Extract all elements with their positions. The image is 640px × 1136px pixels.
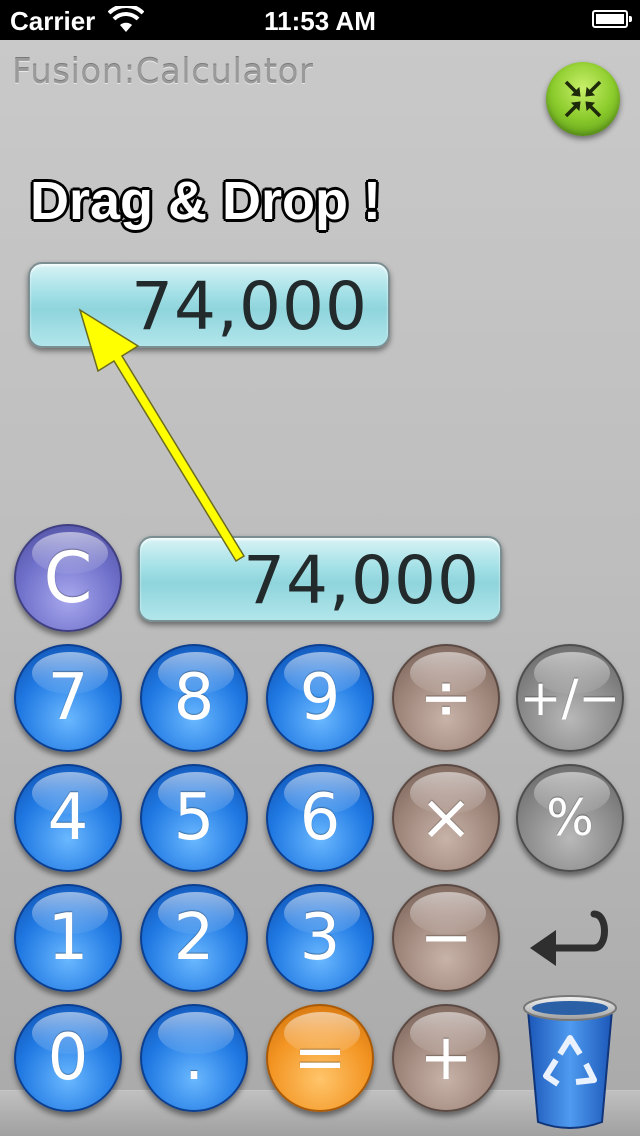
equals-button[interactable]: = <box>266 1004 374 1112</box>
decimal-button[interactable]: . <box>140 1004 248 1112</box>
clock: 11:53 AM <box>264 6 376 36</box>
collapse-icon <box>564 80 602 118</box>
key-7[interactable]: 7 <box>14 644 122 752</box>
main-display[interactable]: 74,000 <box>138 536 502 622</box>
multiply-button[interactable]: × <box>392 764 500 872</box>
battery-icon <box>592 10 632 28</box>
divide-button[interactable]: ÷ <box>392 644 500 752</box>
key-0[interactable]: 0 <box>14 1004 122 1112</box>
clear-button[interactable]: C <box>14 524 122 632</box>
plus-button[interactable]: + <box>392 1004 500 1112</box>
key-9[interactable]: 9 <box>266 644 374 752</box>
key-1[interactable]: 1 <box>14 884 122 992</box>
calculator-app: Fusion:Calculator Drag & Drop ! 74,000 C… <box>0 40 640 1136</box>
app-title: Fusion:Calculator <box>12 52 314 92</box>
minus-button[interactable]: − <box>392 884 500 992</box>
enter-icon[interactable] <box>526 908 610 972</box>
key-6[interactable]: 6 <box>266 764 374 872</box>
key-5[interactable]: 5 <box>140 764 248 872</box>
key-2[interactable]: 2 <box>140 884 248 992</box>
drag-drop-hint: Drag & Drop ! <box>30 171 381 231</box>
plus-minus-button[interactable]: +/− <box>516 644 624 752</box>
collapse-button[interactable] <box>546 62 620 136</box>
main-display-value: 74,000 <box>243 542 480 619</box>
percent-button[interactable]: % <box>516 764 624 872</box>
status-bar: Carrier 11:53 AM <box>0 0 640 40</box>
key-4[interactable]: 4 <box>14 764 122 872</box>
dragged-value-display[interactable]: 74,000 <box>28 262 390 348</box>
dragged-value: 74,000 <box>131 268 368 345</box>
key-8[interactable]: 8 <box>140 644 248 752</box>
trash-icon[interactable] <box>520 992 620 1134</box>
key-3[interactable]: 3 <box>266 884 374 992</box>
